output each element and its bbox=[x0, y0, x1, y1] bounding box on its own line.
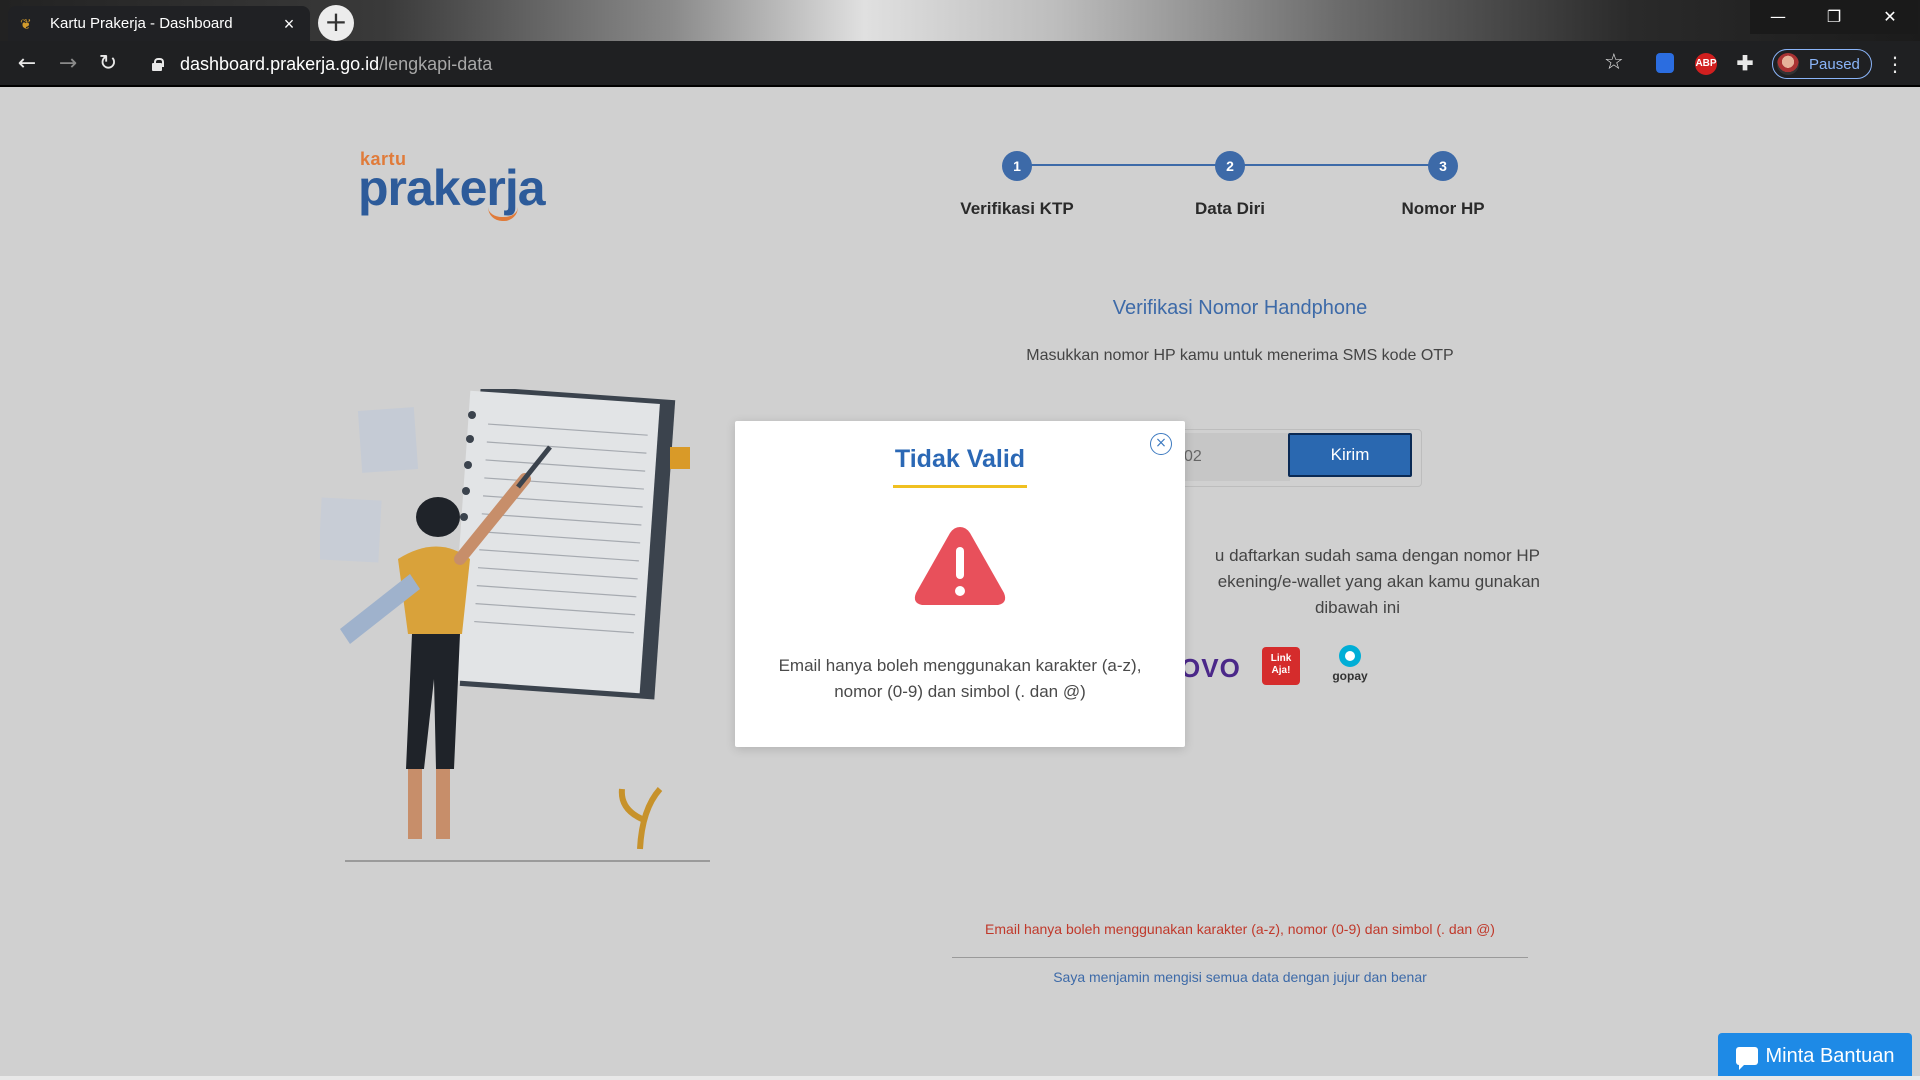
bookmark-star-icon[interactable]: ☆ bbox=[1604, 51, 1628, 75]
step-connector bbox=[1230, 164, 1442, 166]
window-bottom-edge bbox=[0, 1076, 1920, 1080]
linkaja-logo: Link Aja! bbox=[1262, 647, 1300, 685]
person-pants-shape bbox=[406, 634, 460, 769]
address-bar[interactable]: dashboard.prakerja.go.id/lengkapi-data bbox=[136, 47, 1626, 81]
person-leg-shape bbox=[436, 769, 450, 839]
sticky-note-shape bbox=[320, 497, 382, 563]
help-button[interactable]: Minta Bantuan bbox=[1718, 1033, 1912, 1079]
avatar bbox=[1777, 53, 1799, 75]
browser-tab-strip: ❦ Kartu Prakerja - Dashboard × + — ❐ ✕ bbox=[0, 0, 1920, 41]
browser-tab-active[interactable]: ❦ Kartu Prakerja - Dashboard × bbox=[8, 6, 310, 41]
reload-icon[interactable]: ↻ bbox=[93, 49, 123, 79]
step-1-dot: 1 bbox=[1002, 151, 1032, 181]
plant-shape bbox=[618, 786, 663, 850]
url-path: /lengkapi-data bbox=[379, 53, 493, 74]
gopay-icon bbox=[1339, 645, 1361, 667]
notebook-illustration bbox=[320, 389, 710, 862]
linkaja-text-1: Link bbox=[1270, 653, 1292, 664]
prakerja-logo[interactable]: kartu prakerja bbox=[358, 149, 560, 221]
footer-divider bbox=[952, 957, 1528, 958]
window-close-button[interactable]: ✕ bbox=[1862, 0, 1918, 34]
send-otp-button[interactable]: Kirim bbox=[1288, 433, 1412, 477]
browser-menu-icon[interactable]: ⋮ bbox=[1885, 51, 1905, 77]
note-line-2: ekening/e-wallet yang akan kamu gunakan bbox=[1217, 572, 1540, 591]
dialog-message-line-1: Email hanya boleh menggunakan karakter (… bbox=[778, 656, 1142, 675]
validation-error-text: Email hanya boleh menggunakan karakter (… bbox=[985, 921, 1495, 937]
warning-triangle-icon bbox=[914, 527, 1006, 605]
gopay-logo: gopay bbox=[1328, 645, 1372, 689]
form-subtext: Masukkan nomor HP kamu untuk menerima SM… bbox=[1026, 347, 1454, 364]
logo-swirl bbox=[488, 207, 518, 221]
ovo-logo: OVO bbox=[1180, 653, 1241, 683]
ewallet-logos: OVO Link Aja! gopay bbox=[1180, 645, 1480, 697]
help-button-label: Minta Bantuan bbox=[1765, 1044, 1895, 1067]
tab-title: Kartu Prakerja - Dashboard bbox=[50, 15, 233, 32]
window-restore-button[interactable]: ❐ bbox=[1806, 0, 1862, 34]
step-connector bbox=[1016, 164, 1230, 166]
title-underline bbox=[893, 485, 1027, 488]
back-arrow-icon[interactable]: ← bbox=[12, 49, 42, 79]
profile-status: Paused bbox=[1809, 55, 1860, 73]
step-2-label: Data Diri bbox=[1195, 199, 1265, 218]
note-line-3: dibawah ini bbox=[1314, 598, 1400, 617]
step-2-dot: 2 bbox=[1215, 151, 1245, 181]
extensions-puzzle-icon[interactable]: ✚ bbox=[1734, 53, 1756, 75]
dialog-message-line-2: nomor (0-9) dan simbol (. dan @) bbox=[834, 682, 1086, 701]
dialog-message: Email hanya boleh menggunakan karakter (… bbox=[755, 653, 1165, 705]
profile-button[interactable]: Paused bbox=[1772, 49, 1872, 79]
honesty-pledge-text: Saya menjamin mengisi semua data dengan … bbox=[1053, 969, 1427, 985]
phone-note: u daftarkan sudah sama dengan nomor HP e… bbox=[1150, 543, 1540, 621]
bookmark-extension-icon[interactable] bbox=[1656, 53, 1674, 73]
step-1-label: Verifikasi KTP bbox=[960, 199, 1074, 218]
person-leg-shape bbox=[408, 769, 422, 839]
person-hair-shape bbox=[416, 497, 460, 537]
gopay-text: gopay bbox=[1332, 669, 1368, 683]
tab-close-icon[interactable]: × bbox=[280, 15, 298, 33]
adblock-plus-icon[interactable]: ABP bbox=[1695, 53, 1717, 75]
browser-toolbar: ← → ↻ dashboard.prakerja.go.id/lengkapi-… bbox=[0, 41, 1920, 87]
window-minimize-button[interactable]: — bbox=[1750, 0, 1806, 34]
url-domain: dashboard.prakerja.go.id bbox=[180, 53, 380, 74]
lock-icon[interactable] bbox=[150, 57, 164, 71]
progress-stepper: 1 2 3 Verifikasi KTP Data Diri Nomor HP bbox=[960, 151, 1520, 231]
garuda-favicon-icon: ❦ bbox=[20, 15, 32, 32]
linkaja-text-2: Aja! bbox=[1271, 665, 1291, 676]
bookmark-tab-shape bbox=[670, 447, 690, 469]
invalid-dialog: × Tidak Valid Email hanya boleh mengguna… bbox=[735, 421, 1185, 747]
new-tab-button[interactable]: + bbox=[318, 5, 354, 41]
step-3-dot: 3 bbox=[1428, 151, 1458, 181]
forward-arrow-icon[interactable]: → bbox=[53, 49, 83, 79]
note-line-1: u daftarkan sudah sama dengan nomor HP bbox=[1214, 546, 1540, 565]
dialog-title: Tidak Valid bbox=[894, 445, 1026, 473]
chat-bubble-icon bbox=[1735, 1047, 1758, 1070]
sticky-note-shape bbox=[357, 407, 419, 473]
step-3-label: Nomor HP bbox=[1401, 199, 1485, 218]
form-heading: Verifikasi Nomor Handphone bbox=[1112, 297, 1368, 319]
